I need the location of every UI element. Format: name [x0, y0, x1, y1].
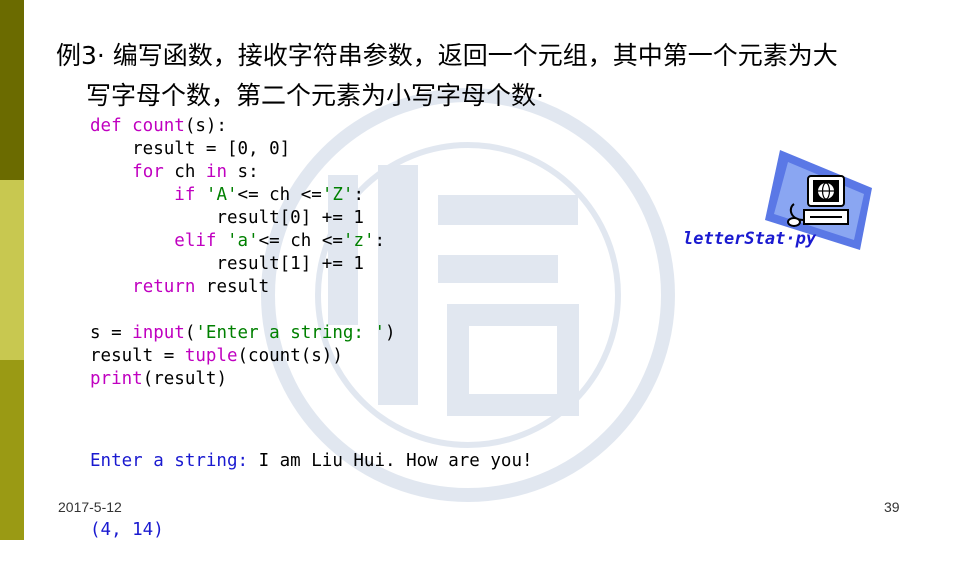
code-token: (result) — [142, 369, 227, 389]
code-token: return — [132, 277, 196, 297]
code-line: result = [0, 0] — [90, 138, 396, 161]
output-line-1: Enter a string: I am Liu Hui. How are yo… — [90, 450, 533, 473]
code-line: s = input('Enter a string: ') — [90, 322, 396, 345]
code-token: <= ch <= — [237, 185, 322, 205]
code-token: if — [174, 185, 196, 205]
code-line: result = tuple(count(s)) — [90, 345, 396, 368]
code-token: result = [0, 0] — [90, 139, 291, 159]
code-token: for — [132, 162, 164, 182]
output-result: (4, 14) — [90, 520, 164, 540]
code-token: (count(s)) — [237, 346, 343, 366]
code-line: return result — [90, 276, 396, 299]
code-token: s = — [90, 323, 133, 343]
code-token: : — [353, 185, 364, 205]
code-token: def — [90, 116, 122, 136]
page-number: 39 — [884, 499, 900, 515]
code-token: tuple — [184, 346, 238, 366]
left-band-light — [0, 180, 24, 360]
code-token: ) — [385, 323, 396, 343]
title-line-2: 写字母个数，第二个元素为小写字母个数· — [86, 81, 544, 110]
code-line: def count(s): — [90, 115, 396, 138]
code-token: elif — [174, 231, 217, 251]
slide-date: 2017-5-12 — [58, 499, 122, 515]
code-token: 'A' — [205, 185, 238, 205]
program-output: Enter a string: I am Liu Hui. How are yo… — [90, 404, 533, 565]
code-token: 'Enter a string: ' — [195, 323, 386, 343]
code-line: result[1] += 1 — [90, 253, 396, 276]
left-band-dark — [0, 0, 24, 180]
code-token: <= ch <= — [258, 231, 343, 251]
code-token: : — [374, 231, 386, 251]
code-token: result = — [90, 346, 185, 366]
code-line: print(result) — [90, 368, 396, 391]
code-token: result[1] += 1 — [90, 254, 364, 274]
code-block: def count(s): result = [0, 0] for ch in … — [90, 115, 396, 391]
code-line: result[0] += 1 — [90, 207, 396, 230]
output-user-input: I am Liu Hui. How are you! — [258, 451, 533, 471]
code-token: input — [132, 323, 185, 343]
code-token: count — [121, 116, 185, 136]
code-token: result — [195, 277, 270, 297]
code-line: if 'A'<= ch <='Z': — [90, 184, 396, 207]
output-prompt: Enter a string: — [90, 451, 259, 471]
code-token: 'a' — [227, 231, 259, 251]
title-line-1: 例3· 编写函数，接收字符串参数，返回一个元组，其中第一个元素为大 — [56, 41, 838, 70]
code-line: for ch in s: — [90, 161, 396, 184]
code-token: ch — [163, 162, 206, 182]
code-token: print — [90, 369, 143, 389]
code-token: ( — [184, 323, 196, 343]
code-token: in — [205, 162, 227, 182]
code-token: (s): — [184, 116, 227, 136]
left-band-mid — [0, 360, 24, 540]
code-token: result[0] += 1 — [90, 208, 364, 228]
code-token: 'z' — [342, 231, 375, 251]
file-label[interactable]: letterStat·py — [683, 229, 816, 249]
code-line: elif 'a'<= ch <='z': — [90, 230, 396, 253]
code-token: 'Z' — [321, 185, 354, 205]
code-token: s: — [227, 162, 259, 182]
